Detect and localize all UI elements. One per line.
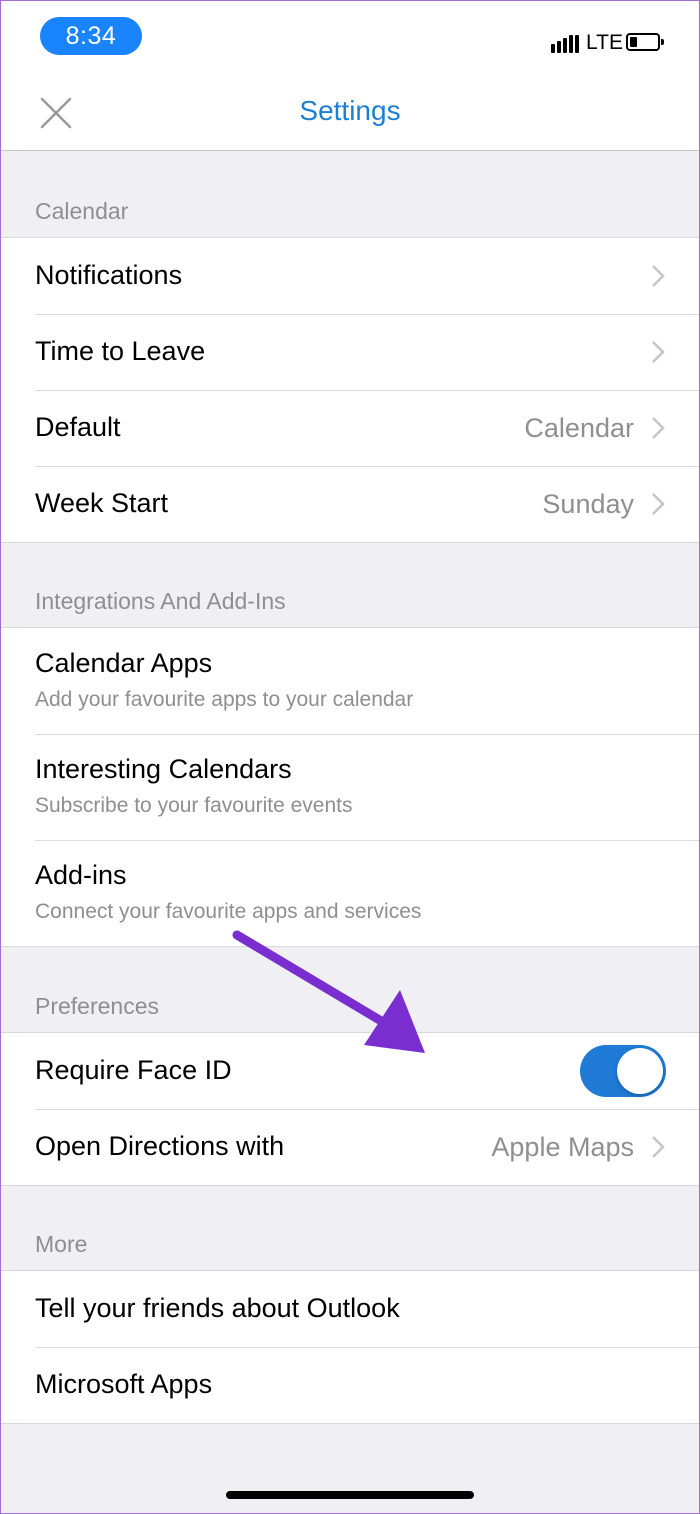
- annotation-arrow-icon: [232, 930, 425, 1053]
- network-type: LTE: [586, 31, 623, 54]
- row-value: Apple Maps: [491, 1132, 634, 1162]
- cellular-signal-icon: [551, 33, 581, 53]
- calendar-settings-group: Notifications Time to Leave Default Cale…: [0, 237, 700, 543]
- settings-row-tell-friends[interactable]: Tell your friends about Outlook: [0, 1271, 700, 1347]
- settings-row-interesting-calendars[interactable]: Interesting Calendars Subscribe to your …: [0, 734, 700, 840]
- row-label: Interesting Calendars: [35, 754, 292, 784]
- row-label: Add-ins: [35, 860, 127, 890]
- settings-row-week-start[interactable]: Week Start Sunday: [0, 466, 700, 542]
- chevron-right-icon: [652, 493, 665, 515]
- chevron-right-icon: [652, 341, 665, 363]
- chevron-right-icon: [652, 265, 665, 287]
- chevron-right-icon: [652, 417, 665, 439]
- row-label: Notifications: [35, 260, 183, 290]
- section-header-more: More: [35, 1231, 88, 1257]
- section-header-calendar: Calendar: [35, 198, 129, 224]
- settings-row-time-to-leave[interactable]: Time to Leave: [0, 314, 700, 390]
- more-settings-group: Tell your friends about Outlook Microsof…: [0, 1270, 700, 1424]
- page-title: Settings: [299, 95, 401, 126]
- row-value: Calendar: [524, 413, 634, 443]
- row-subtitle: Subscribe to your favourite events: [35, 794, 353, 817]
- status-bar: 8:34 LTE: [0, 0, 700, 75]
- settings-row-open-directions[interactable]: Open Directions with Apple Maps: [0, 1109, 700, 1185]
- row-label: Microsoft Apps: [35, 1369, 213, 1399]
- integrations-settings-group: Calendar Apps Add your favourite apps to…: [0, 627, 700, 947]
- row-label: Tell your friends about Outlook: [35, 1293, 400, 1323]
- settings-row-notifications[interactable]: Notifications: [0, 238, 700, 314]
- row-label: Default: [35, 412, 121, 442]
- chevron-right-icon: [652, 1136, 665, 1158]
- settings-row-default[interactable]: Default Calendar: [0, 390, 700, 466]
- row-label: Time to Leave: [35, 336, 206, 366]
- toggle-knob: [617, 1048, 663, 1094]
- settings-row-calendar-apps[interactable]: Calendar Apps Add your favourite apps to…: [0, 628, 700, 734]
- navigation-bar: Settings: [0, 75, 700, 151]
- row-subtitle: Add your favourite apps to your calendar: [35, 688, 414, 711]
- row-label: Require Face ID: [35, 1055, 232, 1085]
- face-id-toggle[interactable]: [580, 1045, 666, 1097]
- row-subtitle: Connect your favourite apps and services: [35, 900, 422, 923]
- settings-row-microsoft-apps[interactable]: Microsoft Apps: [0, 1347, 700, 1423]
- row-label: Open Directions with: [35, 1131, 285, 1161]
- home-indicator[interactable]: [226, 1491, 474, 1499]
- section-header-integrations: Integrations And Add-Ins: [35, 588, 286, 614]
- row-label: Week Start: [35, 488, 169, 518]
- row-label: Calendar Apps: [35, 648, 213, 678]
- row-value: Sunday: [542, 489, 634, 519]
- battery-icon: [626, 33, 664, 51]
- status-time: 8:34: [40, 17, 142, 55]
